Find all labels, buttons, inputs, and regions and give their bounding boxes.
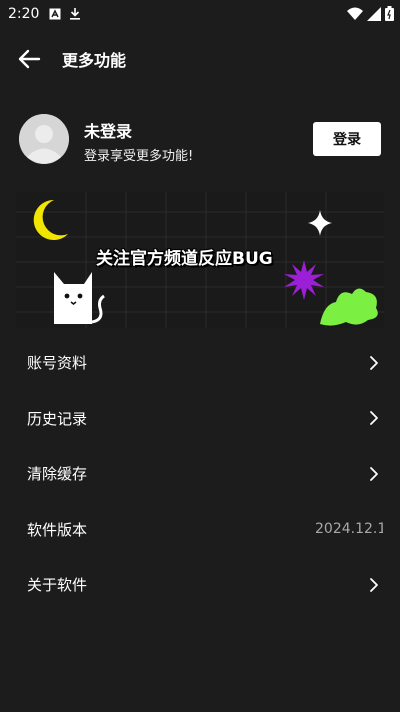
app-bar: 更多功能 [0, 36, 400, 82]
page-title: 更多功能 [62, 51, 127, 70]
menu-item-label: 历史记录 [27, 409, 88, 428]
status-time: 2:20 [8, 6, 40, 22]
announcement-banner[interactable]: 关注官方频道反应BUG [16, 192, 384, 328]
battery-icon [385, 6, 394, 25]
cat-icon [54, 272, 105, 324]
profile-name: 未登录 [84, 122, 133, 141]
menu-item-label: 软件版本 [27, 520, 88, 539]
profile-section: 未登录 登录享受更多功能! 登录 [0, 110, 400, 168]
menu-item-history[interactable]: 历史记录 [0, 391, 400, 447]
arrow-left-icon [18, 49, 41, 69]
status-bar: 2:20 [0, 0, 400, 28]
settings-menu: 账号资料 历史记录 清除缓存 软件版本 2024.12.1 关于软件 [0, 335, 400, 613]
banner-text: 关注官方频道反应BUG [96, 249, 273, 269]
chevron-right-icon [368, 577, 380, 593]
avatar[interactable] [19, 114, 69, 164]
back-button[interactable] [14, 44, 44, 74]
menu-item-label: 关于软件 [27, 576, 88, 595]
menu-item-account[interactable]: 账号资料 [0, 335, 400, 391]
green-blob-icon [320, 288, 378, 326]
moon-icon [33, 199, 68, 240]
menu-item-label: 账号资料 [27, 354, 88, 373]
menu-item-version: 软件版本 2024.12.1 [0, 502, 400, 558]
default-avatar-icon [19, 114, 69, 164]
chevron-right-icon [368, 410, 380, 426]
profile-subtitle: 登录享受更多功能! [84, 149, 194, 164]
version-value: 2024.12.1 [315, 521, 383, 538]
menu-item-about[interactable]: 关于软件 [0, 557, 400, 613]
menu-item-label: 清除缓存 [27, 465, 88, 484]
wifi-icon [347, 6, 363, 25]
chevron-right-icon [368, 355, 380, 371]
login-button[interactable]: 登录 [313, 122, 381, 156]
a-icon [49, 5, 61, 24]
sparkle-icon [308, 210, 332, 236]
chevron-right-icon [368, 466, 380, 482]
signal-icon [367, 6, 381, 25]
download-icon [69, 5, 81, 24]
menu-item-clear-cache[interactable]: 清除缓存 [0, 446, 400, 502]
